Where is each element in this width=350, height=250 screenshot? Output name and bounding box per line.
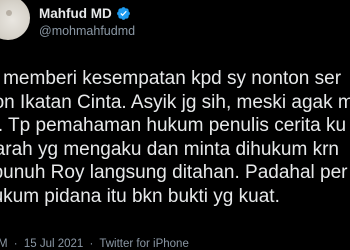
tweet-line: nbunuh Roy langsung ditahan. Padahal per: [0, 162, 348, 184]
avatar[interactable]: [0, 0, 30, 40]
name-row: Mahfud MD: [39, 4, 350, 22]
tweet-meta: M · 15 Jul 2021 · Twitter for iPhone: [0, 237, 350, 250]
tweet-line: M memberi kesempatan kpd sy nonton ser: [0, 68, 342, 89]
meta-separator: ·: [13, 238, 18, 250]
meta-separator: ·: [89, 238, 94, 250]
author-display-name[interactable]: Mahfud MD: [39, 6, 112, 21]
tweet-time[interactable]: M: [0, 238, 8, 250]
tweet-date[interactable]: 15 Jul 2021: [24, 238, 83, 250]
tweet-line: tron Ikatan Cinta. Asyik jg sih, meski a…: [0, 91, 350, 113]
tweet-source[interactable]: Twitter for iPhone: [99, 238, 188, 250]
author-handle[interactable]: @mohmahfudmd: [39, 24, 350, 38]
tweet-header: Mahfud MD @mohmahfudmd: [39, 4, 350, 39]
tweet-line: hukum pidana itu bkn bukti yg kuat.: [0, 185, 280, 207]
verified-badge-icon: [116, 6, 131, 21]
tweet-line: er. Tp pemahaman hukum penulis cerita ku: [0, 115, 347, 137]
tweet-text: M memberi kesempatan kpd sy nonton ser t…: [0, 67, 350, 209]
tweet-line: Sarah yg mengaku dan minta dihukum krn: [0, 138, 339, 160]
